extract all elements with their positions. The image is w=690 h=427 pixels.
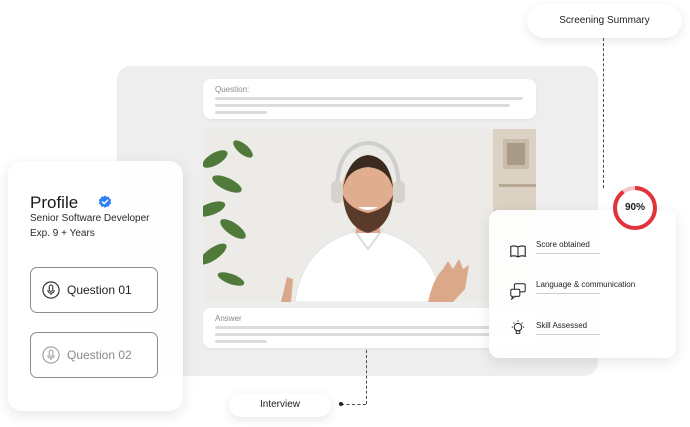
question-label: Question:	[215, 85, 250, 94]
profile-experience: Exp. 9 + Years	[30, 228, 95, 239]
lightbulb-icon	[511, 320, 525, 334]
language-communication-bar	[536, 293, 600, 294]
question-text-line	[215, 111, 267, 114]
question-02-button[interactable]: Question 02	[30, 332, 158, 378]
skill-assessed-label: Skill Assessed	[536, 321, 588, 330]
connector-dot	[339, 402, 343, 406]
score-obtained-bar	[536, 253, 600, 254]
answer-card: Answer	[203, 308, 536, 348]
interview-connector-line	[341, 404, 366, 405]
score-ring: 90%	[612, 185, 658, 231]
question-text-line	[215, 104, 510, 107]
profile-role: Senior Software Developer	[30, 213, 150, 224]
profile-card: Profile Senior Software Developer Exp. 9…	[8, 161, 183, 411]
candidate-video-image	[203, 129, 536, 302]
interview-connector-line	[366, 350, 367, 404]
video-feed[interactable]	[203, 129, 536, 302]
answer-text-line	[215, 340, 267, 343]
score-card: Score obtained Language & communication …	[489, 210, 676, 358]
answer-label: Answer	[215, 314, 242, 323]
chat-bubbles-icon	[510, 283, 526, 300]
question-01-label: Question 01	[67, 283, 132, 297]
summary-connector-line	[603, 38, 604, 188]
question-01-button[interactable]: Question 01	[30, 267, 158, 313]
microphone-icon	[42, 346, 60, 364]
microphone-icon	[42, 281, 60, 299]
book-icon	[510, 245, 526, 258]
question-card: Question:	[203, 79, 536, 119]
skill-assessed-bar	[536, 334, 600, 335]
score-obtained-label: Score obtained	[536, 240, 590, 249]
score-percentage: 90%	[624, 202, 645, 213]
verified-badge-icon	[98, 195, 112, 208]
question-02-label: Question 02	[67, 348, 132, 362]
screening-summary-pill[interactable]: Screening Summary	[527, 4, 682, 38]
answer-text-line	[215, 326, 523, 329]
profile-title: Profile	[30, 193, 79, 212]
answer-text-line	[215, 333, 510, 336]
interview-pill[interactable]: Interview	[229, 393, 331, 417]
question-text-line	[215, 97, 523, 100]
language-communication-label: Language & communication	[536, 280, 636, 289]
